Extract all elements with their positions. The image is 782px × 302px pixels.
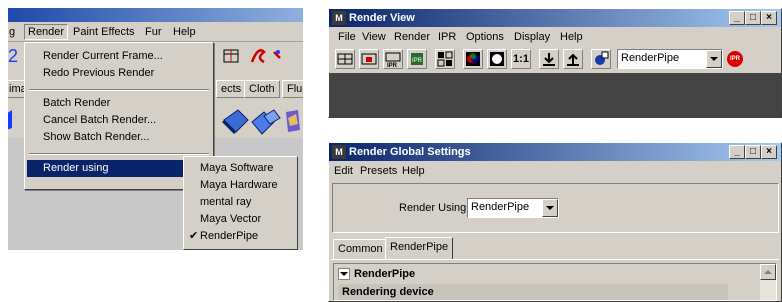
render-globals-titlebar: M Render Global Settings _ □ × xyxy=(329,143,781,161)
cubes-icon[interactable] xyxy=(251,109,281,135)
checkmark-icon: ✔ xyxy=(189,230,199,242)
ipr-refresh-icon[interactable]: IPR xyxy=(407,49,427,69)
menu-item-show-batch-render[interactable]: Show Batch Render... xyxy=(27,129,211,146)
rgb-channel-icon[interactable] xyxy=(463,49,483,69)
menu-item-batch-render[interactable]: Batch Render xyxy=(27,95,211,112)
close-button[interactable]: × xyxy=(761,11,777,25)
svg-text:IPR: IPR xyxy=(412,58,423,64)
real-size-button[interactable]: 1:1 xyxy=(511,49,531,69)
rg-menu-help[interactable]: Help xyxy=(399,164,428,180)
rg-menu-edit[interactable]: Edit xyxy=(331,164,356,180)
renderer-select-value: RenderPipe xyxy=(621,52,680,64)
menu-partial-g[interactable]: g xyxy=(8,25,18,41)
collapse-icon[interactable] xyxy=(338,268,350,280)
submenu-item-renderpipe-label: RenderPipe xyxy=(200,230,259,242)
render-settings-icon[interactable] xyxy=(273,50,281,59)
render-settings-icon[interactable] xyxy=(591,49,611,69)
section-renderpipe-title: RenderPipe xyxy=(354,268,416,280)
menu-item-redo-previous-render[interactable]: Redo Previous Render xyxy=(27,65,211,82)
render-globals-title: Render Global Settings xyxy=(349,146,471,158)
rv-menu-render[interactable]: Render xyxy=(391,30,433,46)
cube-icon[interactable] xyxy=(222,109,249,134)
shelf-tab-effects[interactable]: ects xyxy=(216,80,247,98)
submenu-item-maya-hardware[interactable]: Maya Hardware xyxy=(186,177,295,194)
snapshot-icon[interactable] xyxy=(435,49,455,69)
alpha-channel-icon[interactable] xyxy=(487,49,507,69)
menu-separator xyxy=(29,153,209,155)
shelf-tab-cloth[interactable]: Cloth xyxy=(244,80,280,98)
snap-icon[interactable]: 2 xyxy=(8,46,18,66)
render-grid-icon[interactable] xyxy=(223,49,239,63)
rv-menu-help[interactable]: Help xyxy=(557,30,586,46)
maya-titlebar xyxy=(8,8,303,22)
tab-divider xyxy=(331,259,779,260)
menu-item-cancel-batch-render[interactable]: Cancel Batch Render... xyxy=(27,112,211,129)
maya-menubar: g Render Paint Effects Fur Help xyxy=(8,22,303,42)
section-renderpipe[interactable]: RenderPipe xyxy=(334,266,734,282)
cloth-icon[interactable] xyxy=(286,110,300,132)
submenu-item-maya-software[interactable]: Maya Software xyxy=(186,160,295,177)
keep-image-icon[interactable] xyxy=(539,49,559,69)
renderpipe-settings-panel: RenderPipe Rendering device xyxy=(333,263,777,301)
maximize-button[interactable]: □ xyxy=(745,145,761,159)
tab-common[interactable]: Common xyxy=(333,239,388,259)
section-rendering-device-title: Rendering device xyxy=(342,286,434,298)
chevron-down-icon[interactable] xyxy=(542,199,558,217)
menu-fur[interactable]: Fur xyxy=(142,25,165,41)
rg-menu-presets[interactable]: Presets xyxy=(357,164,400,180)
close-button[interactable]: × xyxy=(761,145,777,159)
ipr-render-icon[interactable]: IPR xyxy=(383,49,403,69)
render-using-submenu: Maya Software Maya Hardware mental ray M… xyxy=(183,156,298,250)
render-view-toolbar: IPR IPR 1:1 RenderPipe IPR xyxy=(331,47,781,73)
render-using-label: Render using xyxy=(43,162,109,174)
render-using-select[interactable]: RenderPipe xyxy=(467,198,559,218)
render-view-titlebar: M Render View _ □ × xyxy=(329,9,781,27)
minimize-button[interactable]: _ xyxy=(729,145,745,159)
menu-separator xyxy=(29,89,209,91)
rv-menu-file[interactable]: File xyxy=(335,30,359,46)
minimize-button[interactable]: _ xyxy=(729,11,745,25)
remove-image-icon[interactable] xyxy=(563,49,583,69)
menu-help[interactable]: Help xyxy=(170,25,199,41)
shelf-tool-icon[interactable] xyxy=(8,110,12,130)
render-region-icon[interactable] xyxy=(359,49,379,69)
ipr-badge-icon[interactable]: IPR xyxy=(727,51,743,67)
menu-render[interactable]: Render xyxy=(24,24,69,40)
render-frame-icon[interactable] xyxy=(335,49,355,69)
submenu-item-mental-ray[interactable]: mental ray xyxy=(186,194,295,211)
svg-text:IPR: IPR xyxy=(387,63,398,68)
renderer-select[interactable]: RenderPipe xyxy=(617,49,723,69)
section-rendering-device[interactable]: Rendering device xyxy=(338,284,728,300)
maximize-button[interactable]: □ xyxy=(745,11,761,25)
render-view-title: Render View xyxy=(349,12,415,24)
render-using-frame: Render Using RenderPipe xyxy=(332,183,779,233)
render-image-area xyxy=(329,73,781,117)
render-view-window: M Render View _ □ × File View Render IPR… xyxy=(328,8,782,118)
tab-renderpipe[interactable]: RenderPipe xyxy=(385,237,454,259)
menu-paint-effects[interactable]: Paint Effects xyxy=(70,25,138,41)
submenu-item-renderpipe[interactable]: ✔ RenderPipe xyxy=(186,228,295,245)
submenu-item-maya-vector[interactable]: Maya Vector xyxy=(186,211,295,228)
rv-menu-options[interactable]: Options xyxy=(463,30,507,46)
shelf-tab-fluids[interactable]: Fluic xyxy=(282,80,303,98)
chevron-down-icon[interactable] xyxy=(706,50,722,68)
maya-logo-icon: M xyxy=(332,145,346,159)
maya-render-menu-panel: g Render Paint Effects Fur Help 2 ima ec… xyxy=(8,8,303,250)
scroll-up-arrow-icon[interactable] xyxy=(760,264,776,280)
menu-item-render-current-frame[interactable]: Render Current Frame... xyxy=(27,48,211,65)
render-global-settings-window: M Render Global Settings _ □ × Edit Pres… xyxy=(328,142,782,302)
rv-menu-ipr[interactable]: IPR xyxy=(435,30,459,46)
render-using-label: Render Using xyxy=(399,202,467,214)
vertical-scrollbar[interactable] xyxy=(760,264,776,300)
rv-menu-view[interactable]: View xyxy=(359,30,389,46)
rv-menu-display[interactable]: Display xyxy=(511,30,553,46)
render-using-select-value: RenderPipe xyxy=(471,201,530,213)
ipr-render-icon[interactable] xyxy=(250,49,266,64)
maya-logo-icon: M xyxy=(332,11,346,25)
